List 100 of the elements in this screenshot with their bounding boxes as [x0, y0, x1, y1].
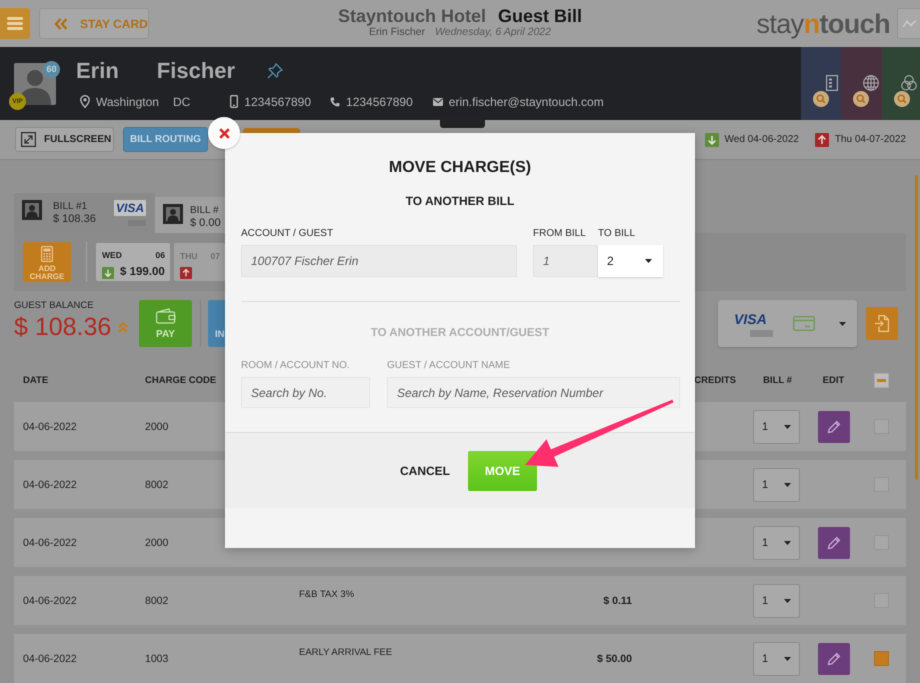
field-label: GUEST / ACCOUNT NAME	[387, 360, 510, 372]
caret-icon	[784, 656, 791, 660]
person-icon	[163, 204, 183, 224]
mobile-number: 1234567890	[244, 94, 312, 110]
scrollbar[interactable]	[915, 175, 918, 480]
charge-code-cell-text: 2000	[145, 536, 170, 548]
close-icon	[218, 128, 230, 138]
bill-tab[interactable]: BILL # $ 0.00	[155, 197, 225, 233]
day-amount: $ 199.00	[120, 266, 165, 279]
edit-button[interactable]	[818, 410, 850, 442]
page-title: Guest Bill	[498, 6, 582, 26]
date-cell-text: 04-06-2022	[22, 594, 78, 606]
arrow-down-icon	[102, 266, 114, 278]
field-label: ACCOUNT / GUEST	[241, 228, 334, 239]
bill-number: BILL #	[190, 204, 220, 217]
departure-date: Thu 04-07-2022	[834, 134, 906, 145]
edit-button[interactable]	[818, 526, 850, 558]
mail-icon	[432, 98, 443, 106]
column-header: DATE	[22, 374, 50, 386]
import-button[interactable]	[866, 307, 898, 340]
bill-select[interactable]: 1	[753, 526, 800, 560]
arrow-up-icon	[180, 266, 192, 278]
amount-cell-text: $ 50.00	[596, 652, 632, 664]
pencil-icon	[826, 420, 840, 434]
three-circles-icon	[901, 75, 917, 91]
balance-amount: $ 108.36	[14, 312, 112, 342]
account-field[interactable]: 100707 Fischer Erin	[241, 245, 517, 277]
analytics-button[interactable]	[897, 8, 920, 39]
cancel-button[interactable]: CANCEL	[390, 450, 460, 490]
line-chart-icon	[902, 18, 916, 28]
masked-card-number	[750, 330, 773, 336]
double-chevron-left-icon	[54, 18, 67, 30]
card-brand: VISA	[734, 310, 767, 326]
charge-code-cell-text: 8002	[145, 594, 170, 606]
menu-button[interactable]	[0, 8, 30, 39]
pencil-icon	[826, 652, 840, 666]
field-label: TO BILL	[598, 228, 636, 240]
card-tile[interactable]	[841, 47, 882, 120]
day-date: 06	[156, 250, 165, 260]
caret-icon	[839, 322, 846, 326]
globe-icon	[863, 75, 879, 91]
charge-code-cell-text: 2000	[145, 420, 170, 432]
section-heading: TO ANOTHER BILL	[406, 193, 514, 209]
logo-wordmark: stayntouch	[756, 8, 890, 38]
bill-select[interactable]: 1	[753, 468, 800, 502]
dialog-title: MOVE CHARGE(S)	[388, 158, 532, 178]
bill-amount: $ 108.36	[53, 213, 96, 226]
day-name: WED	[102, 250, 122, 260]
mobile-phone-icon	[230, 95, 238, 108]
bill-amount: $ 0.00	[190, 217, 221, 230]
column-header: CREDITS	[693, 374, 737, 386]
fullscreen-button[interactable]: FULLSCREEN	[15, 127, 114, 152]
calculator-icon	[41, 246, 53, 262]
wallet-icon	[156, 308, 176, 324]
day-card[interactable]: WED 06 $ 199.00	[96, 243, 170, 281]
row-checkbox[interactable]	[874, 651, 889, 666]
description-cell-text: F&B TAX 3%	[299, 588, 356, 601]
payment-method-select[interactable]: VISA	[718, 300, 857, 347]
caret-icon	[784, 598, 791, 602]
caret-icon	[645, 259, 652, 263]
credit-card-icon	[793, 316, 815, 331]
column-header: EDIT	[822, 374, 844, 386]
select-all-checkbox[interactable]	[874, 372, 889, 388]
building-icon	[826, 75, 838, 91]
date-cell-text: 04-06-2022	[22, 478, 78, 490]
menu-icon	[7, 17, 23, 30]
pin-icon[interactable]	[267, 62, 284, 78]
bill-select[interactable]: 1	[753, 642, 800, 676]
hotel-name: Stayntouch Hotel	[338, 6, 486, 26]
search-icon[interactable]	[853, 91, 869, 107]
guest-name: Erin Fischer	[369, 26, 426, 38]
card-tile[interactable]	[882, 47, 920, 120]
from-bill-field[interactable]: 1	[533, 245, 598, 277]
guest-first-name: Erin	[76, 58, 119, 84]
date-cell-text: 04-06-2022	[22, 536, 78, 548]
search-icon[interactable]	[813, 91, 829, 107]
caret-icon	[784, 424, 791, 428]
bill-select[interactable]: 1	[753, 410, 800, 444]
bill-tab[interactable]: BILL #1 $ 108.36 VISA	[14, 193, 155, 233]
guest-email: erin.fischer@stayntouch.com	[448, 94, 604, 110]
caret-icon	[784, 540, 791, 544]
person-icon	[22, 200, 42, 220]
bill-number: BILL #1	[53, 200, 88, 213]
guest-last-name: Fischer	[156, 58, 236, 84]
guest-state: DC	[172, 94, 190, 110]
column-header: BILL #	[763, 374, 792, 386]
drawer-handle[interactable]	[440, 117, 485, 128]
location-icon	[80, 95, 90, 108]
edit-button[interactable]	[818, 642, 850, 674]
phone-icon	[330, 96, 340, 106]
fullscreen-icon	[21, 132, 36, 147]
search-icon[interactable]	[894, 91, 910, 107]
caret-icon	[784, 482, 791, 486]
card-tile[interactable]	[801, 47, 841, 120]
arrow-down-icon	[704, 132, 719, 146]
guest-city: Washington	[96, 94, 159, 110]
to-bill-select[interactable]: 2	[598, 245, 663, 277]
card-brand: VISA	[114, 200, 146, 216]
bill-select[interactable]: 1	[753, 584, 800, 618]
section-heading: TO ANOTHER ACCOUNT/GUEST	[370, 326, 550, 341]
